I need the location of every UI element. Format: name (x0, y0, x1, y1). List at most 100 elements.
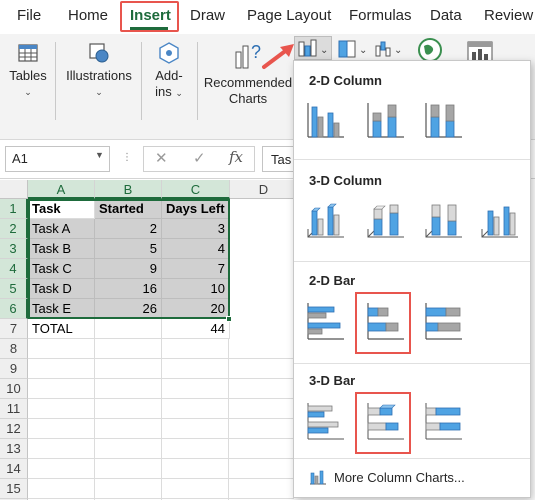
tab-home[interactable]: Home (68, 7, 108, 24)
cell-a4[interactable]: Task C (28, 259, 95, 279)
row-header-14[interactable]: 14 (0, 459, 28, 479)
chevron-down-icon: ⌄ (24, 87, 32, 97)
cell-a6[interactable]: Task E (28, 299, 95, 319)
addins-group[interactable]: Add- ins ⌄ (146, 40, 192, 101)
column-chart-icon: ⌄ (298, 39, 328, 57)
cell-b7[interactable] (95, 319, 162, 339)
3d-clustered-bar-chart-icon[interactable] (306, 401, 346, 441)
cell-c3[interactable]: 4 (162, 239, 230, 259)
column-chart-small-icon (310, 470, 326, 485)
column-header-b[interactable]: B (95, 180, 162, 199)
insert-column-chart-button[interactable]: ⌄ (294, 36, 332, 60)
cell-b4[interactable]: 9 (95, 259, 162, 279)
tab-draw[interactable]: Draw (190, 7, 225, 24)
row-header-4[interactable]: 4 (0, 259, 28, 279)
row-header-7[interactable]: 7 (0, 319, 28, 339)
more-options-icon: ⋮ (122, 152, 132, 163)
row-header-13[interactable]: 13 (0, 439, 28, 459)
3d-column-chart-icon[interactable] (480, 199, 520, 239)
row-header-11[interactable]: 11 (0, 399, 28, 419)
section-title-3d-column: 3-D Column (309, 173, 382, 188)
callout-arrow-icon (262, 44, 294, 69)
select-all-corner[interactable] (0, 180, 28, 199)
addins-label-1: Add- (155, 68, 183, 83)
3d-stacked-column-chart-icon[interactable] (366, 199, 406, 239)
hierarchy-chart-icon: ⌄ (338, 40, 367, 58)
svg-text:⌄: ⌄ (359, 45, 367, 56)
cancel-icon[interactable]: ✕ (155, 149, 168, 167)
column-header-a[interactable]: A (28, 180, 95, 199)
cell-a3[interactable]: Task B (28, 239, 95, 259)
cell-b5[interactable]: 16 (95, 279, 162, 299)
shapes-icon (89, 43, 109, 63)
section-title-3d-bar: 3-D Bar (309, 373, 356, 388)
row-header-8[interactable]: 8 (0, 339, 28, 359)
check-icon[interactable]: ✓ (193, 149, 206, 167)
section-title-2d-column: 2-D Column (309, 73, 382, 88)
recommended-charts-label-1: Recommended (203, 75, 293, 90)
row-header-9[interactable]: 9 (0, 359, 28, 379)
100-percent-stacked-bar-chart-icon[interactable] (424, 301, 464, 341)
tab-data[interactable]: Data (430, 7, 462, 24)
3d-clustered-column-chart-icon[interactable] (306, 199, 346, 239)
row-header-12[interactable]: 12 (0, 419, 28, 439)
chevron-down-icon: ⌄ (95, 87, 103, 97)
section-title-2d-bar: 2-D Bar (309, 273, 356, 288)
cell-a7[interactable]: TOTAL (28, 319, 95, 339)
cell-b3[interactable]: 5 (95, 239, 162, 259)
tab-file[interactable]: File (17, 7, 41, 24)
row-header-15[interactable]: 15 (0, 479, 28, 499)
section-divider (294, 159, 530, 160)
cell-c1[interactable]: Days Left (162, 199, 230, 219)
cell-c5[interactable]: 10 (162, 279, 230, 299)
100-percent-stacked-column-chart-icon[interactable] (424, 99, 464, 139)
tab-page-layout[interactable]: Page Layout (247, 7, 331, 24)
chevron-down-icon[interactable]: ▼ (95, 150, 104, 160)
column-chart-dropdown: 2-D Column 3-D Column 2-D Bar 3-D Bar Mo… (293, 60, 531, 498)
illustrations-group[interactable]: Illustrations ⌄ (60, 40, 138, 100)
cell-c4[interactable]: 7 (162, 259, 230, 279)
row-header-3[interactable]: 3 (0, 239, 28, 259)
ribbon-separator (197, 42, 198, 120)
tab-review[interactable]: Review (484, 7, 533, 24)
row-header-1[interactable]: 1 (0, 199, 28, 219)
more-column-charts-label: More Column Charts... (334, 470, 465, 485)
waterfall-chart-icon: ⌄ (375, 41, 402, 57)
clustered-column-chart-icon[interactable] (306, 99, 346, 139)
row-header-6[interactable]: 6 (0, 299, 28, 319)
ribbon-tabs: File Home Insert Draw Page Layout Formul… (0, 0, 535, 34)
clustered-bar-chart-icon[interactable] (306, 301, 346, 341)
row-header-5[interactable]: 5 (0, 279, 28, 299)
3d-100-percent-stacked-bar-chart-icon[interactable] (424, 401, 464, 441)
3d-stacked-bar-chart-icon[interactable] (366, 401, 406, 441)
row-header-2[interactable]: 2 (0, 219, 28, 239)
row-header-10[interactable]: 10 (0, 379, 28, 399)
addins-label-2: ins (155, 84, 172, 99)
column-header-c[interactable]: C (162, 180, 230, 199)
insert-tab-highlight (120, 1, 179, 32)
addins-icon (159, 42, 179, 64)
cell-b2[interactable]: 2 (95, 219, 162, 239)
cell-a1[interactable]: Task (28, 199, 95, 219)
tab-formulas[interactable]: Formulas (349, 7, 412, 24)
column-header-d[interactable]: D (230, 180, 298, 199)
cell-a5[interactable]: Task D (28, 279, 95, 299)
section-divider (294, 363, 530, 364)
cell-b6[interactable]: 26 (95, 299, 162, 319)
3d-100-percent-stacked-column-chart-icon[interactable] (424, 199, 464, 239)
empty-cells-area[interactable] (28, 339, 294, 500)
table-icon (18, 44, 38, 62)
cell-b1[interactable]: Started (95, 199, 162, 219)
cell-c7[interactable]: 44 (162, 319, 230, 339)
insert-function-button[interactable]: fx (229, 148, 243, 166)
cell-c6[interactable]: 20 (162, 299, 230, 319)
stacked-column-chart-icon[interactable] (366, 99, 406, 139)
cell-c2[interactable]: 3 (162, 219, 230, 239)
recommended-charts-label-2: Charts (228, 91, 268, 106)
fill-handle[interactable] (226, 316, 232, 322)
stacked-bar-chart-icon[interactable] (366, 301, 406, 341)
ribbon-separator (141, 42, 142, 120)
cell-a2[interactable]: Task A (28, 219, 95, 239)
ribbon-separator (55, 42, 56, 120)
tables-group[interactable]: Tables ⌄ (4, 40, 52, 100)
